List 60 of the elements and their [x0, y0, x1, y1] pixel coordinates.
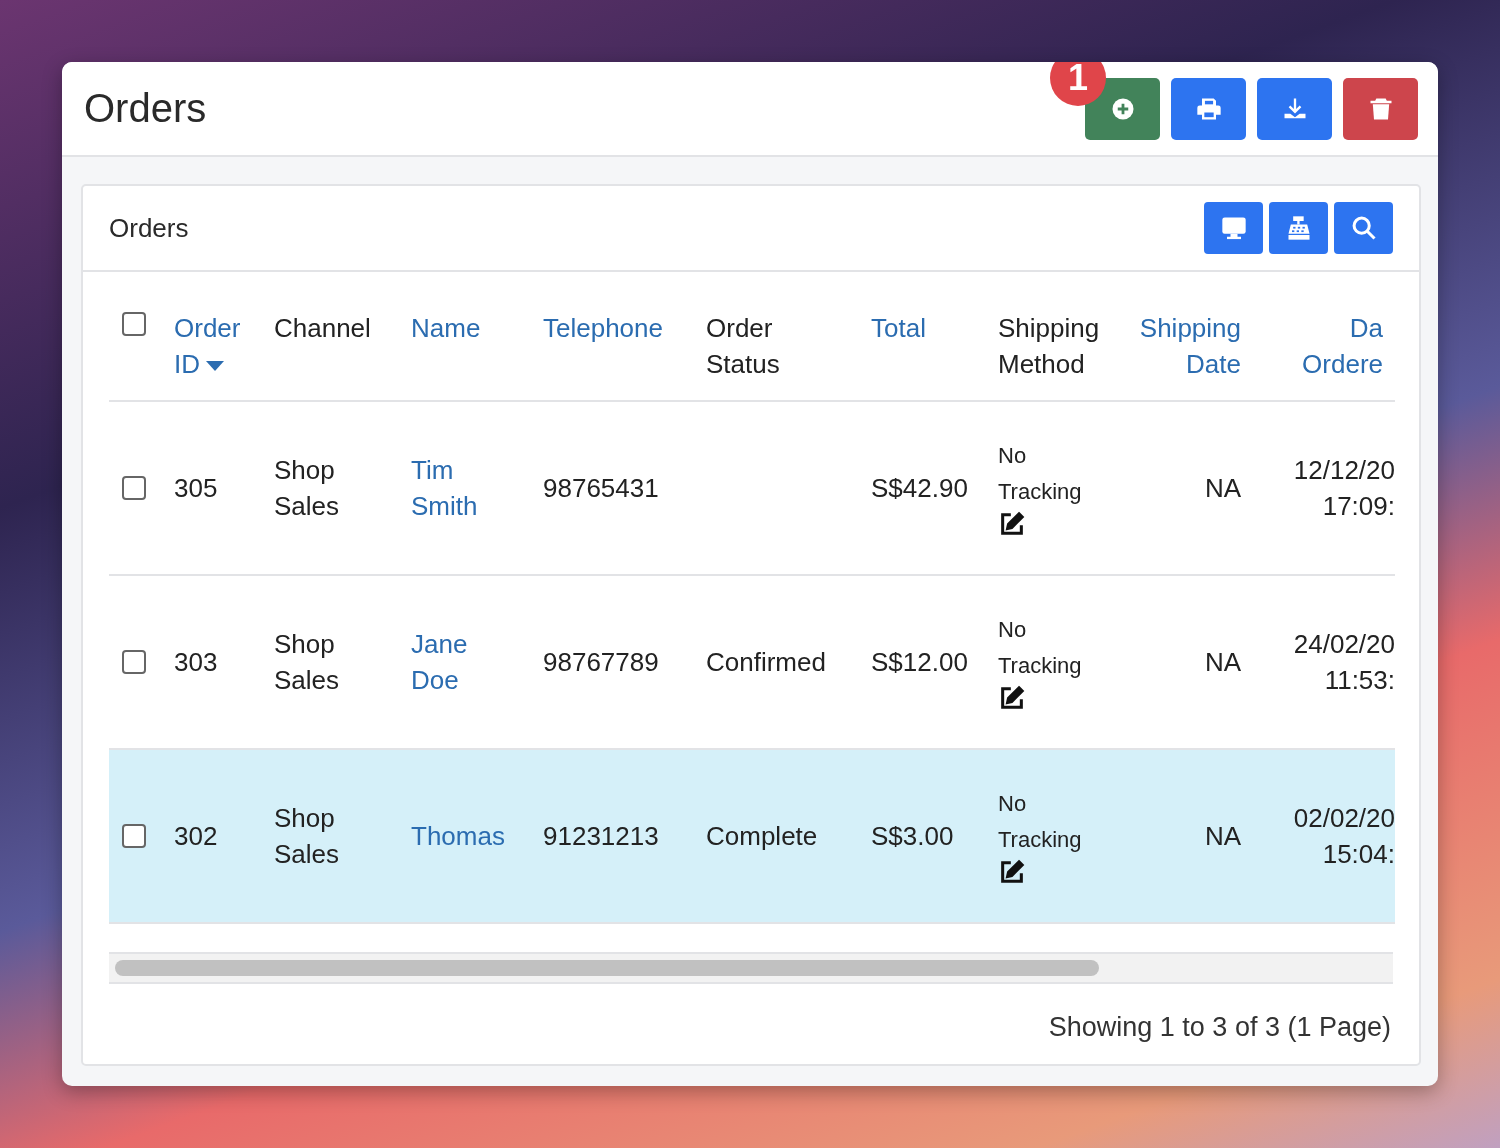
table-cell-text: 305 — [174, 472, 218, 505]
table-cell-text: 303 — [174, 646, 218, 679]
column-header[interactable]: Name — [411, 310, 481, 346]
column-header[interactable]: Total — [871, 310, 926, 346]
table-cell-text: 302 — [174, 820, 218, 853]
table-cell-text: No Tracking — [998, 442, 1083, 506]
table-cell-text: S$42.90 — [871, 472, 968, 505]
table-row[interactable]: 305 Shop Sales Tim Smith 98765431 S$42.90 No Tracking NA 12/12/20 17:09: — [109, 402, 1395, 576]
table-cell-text: Shop Sales — [274, 454, 341, 523]
monitor-button[interactable] — [1204, 202, 1263, 254]
delete-button[interactable] — [1343, 77, 1418, 140]
sort-caret-icon — [206, 361, 224, 372]
table-cell-text: Confirmed — [706, 646, 826, 679]
table-cell-text: NA — [1204, 472, 1241, 505]
register-button[interactable] — [1269, 202, 1328, 254]
scrollbar-thumb[interactable] — [115, 960, 1099, 976]
table-cell-text: 98767789 — [543, 646, 659, 679]
table-cell-text: S$3.00 — [871, 820, 954, 853]
table-cell-text: 11:53: — [1324, 664, 1395, 697]
table-cell-text: NA — [1204, 646, 1241, 679]
table-cell-text: S$12.00 — [871, 646, 968, 679]
table-cell-text: 15:04: — [1322, 838, 1395, 871]
customer-link[interactable]: Jane Doe — [411, 626, 521, 698]
table-cell-text: Shop Sales — [274, 628, 341, 697]
table-cell-text: Shop Sales — [274, 802, 341, 871]
add-button[interactable] — [1085, 77, 1160, 140]
column-header: Order Status — [706, 312, 781, 381]
checkbox[interactable] — [122, 476, 146, 500]
print-button[interactable] — [1171, 77, 1246, 140]
notification-badge: 1 — [1050, 62, 1106, 106]
checkbox[interactable] — [122, 824, 146, 848]
checkbox[interactable] — [122, 312, 146, 336]
table-cell-text: 17:09: — [1322, 490, 1395, 523]
edit-icon[interactable] — [998, 684, 1026, 712]
column-header[interactable]: Shipping Date — [1138, 310, 1241, 382]
table-cell-text: 02/02/20 — [1293, 802, 1395, 835]
pagination-summary: Showing 1 to 3 of 3 (1 Page) — [1048, 1012, 1391, 1042]
download-button[interactable] — [1257, 77, 1332, 140]
panel-title: Orders — [109, 212, 190, 244]
table-cell-text: No Tracking — [998, 790, 1083, 854]
search-button[interactable] — [1334, 202, 1393, 254]
edit-icon[interactable] — [998, 510, 1026, 538]
table-cell-text: 91231213 — [543, 820, 659, 853]
table-cell-text: NA — [1204, 820, 1241, 853]
column-header[interactable]: Telephone — [543, 310, 663, 346]
checkbox[interactable] — [122, 650, 146, 674]
column-header: Channel — [274, 312, 371, 345]
column-header: Shipping Method — [998, 312, 1101, 381]
page-title: Orders — [84, 86, 208, 131]
customer-link[interactable]: Thomas — [411, 818, 521, 854]
column-header[interactable]: Order ID — [174, 310, 264, 382]
table-cell-text: Complete — [706, 820, 818, 853]
table-cell-text: 12/12/20 — [1293, 454, 1395, 487]
table-cell-text: 24/02/20 — [1293, 628, 1395, 661]
customer-link[interactable]: Tim Smith — [411, 452, 521, 524]
table-cell-text: 98765431 — [543, 472, 659, 505]
table-row[interactable]: 302 Shop Sales Thomas 91231213 Complete S$3.00 No Tracking NA 02/02/20 15:04: — [109, 750, 1395, 924]
column-header[interactable]: Da Ordere — [1263, 310, 1383, 382]
table-cell-text: No Tracking — [998, 616, 1083, 680]
edit-icon[interactable] — [998, 858, 1026, 886]
